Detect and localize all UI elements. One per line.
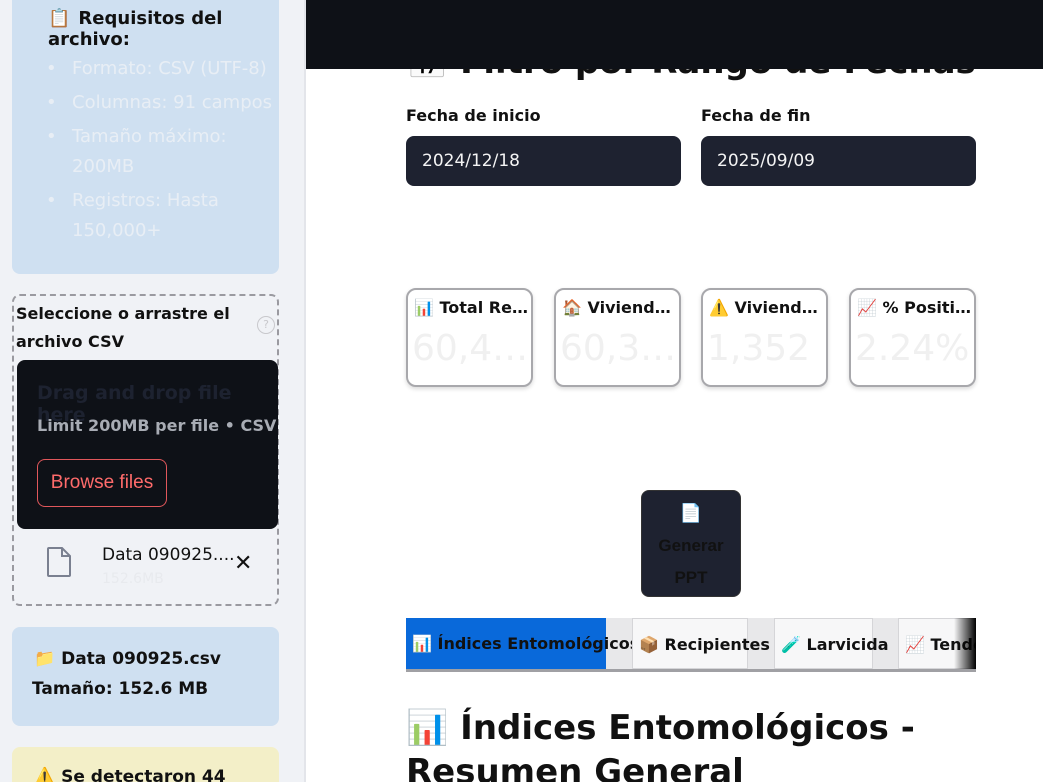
metric-card: 🏠 Viviendas Inspeccionadas 60,3… — [554, 288, 681, 387]
metric-value: 2.24% — [855, 328, 970, 369]
end-date-input[interactable] — [701, 136, 976, 186]
sidebar: 📋Requisitos del archivo: Formato: CSV (U… — [0, 0, 306, 782]
requirements-list: Formato: CSV (UTF-8) Columnas: 91 campos… — [46, 54, 280, 250]
requirement-item: Columnas: 91 campos — [46, 88, 280, 118]
requirement-item: Tamaño máximo: 200MB — [46, 122, 280, 182]
metric-card: ⚠️ Viviendas Positivas 1,352 — [701, 288, 828, 387]
requirement-item: Formato: CSV (UTF-8) — [46, 54, 280, 84]
requirements-title: 📋 Requisitos del archivo: — [48, 8, 223, 50]
close-icon[interactable]: ✕ — [234, 551, 252, 576]
uploaded-file: Data 090925.... 152.6MB ✕ — [14, 541, 277, 597]
metric-value: 1,352 — [707, 328, 811, 369]
top-header-bar — [306, 0, 1043, 69]
tab-bar: 📊 Índices Entomológicos 📦 Recipientes 🧪 … — [406, 618, 976, 672]
metric-label: 📊 Total Registros — [414, 298, 529, 317]
metric-label: ⚠️ Viviendas Positivas — [709, 298, 824, 317]
tab-scroll-fade — [954, 618, 976, 669]
warning-box: ⚠️ Se detectaron 44 — [12, 747, 279, 782]
start-date-input[interactable] — [406, 136, 681, 186]
main-content: 📅 Filtro por Rango de Fechas Fecha de in… — [306, 0, 1043, 782]
clipboard-icon: 📋 — [48, 8, 71, 29]
dropzone-limit: Limit 200MB per file • CSV — [37, 416, 277, 435]
browse-files-button[interactable]: Browse files — [37, 459, 167, 507]
warning-text: ⚠️ Se detectaron 44 — [34, 767, 226, 782]
metric-label: 🏠 Viviendas Inspeccionadas — [562, 298, 677, 317]
dropzone[interactable]: Drag and drop file here Limit 200MB per … — [17, 360, 278, 529]
metric-card: 📊 Total Registros 60,4… — [406, 288, 533, 387]
end-date-label: Fecha de fin — [701, 106, 811, 125]
uploader-label: Seleccione o arrastre el archivo CSV — [16, 304, 230, 351]
tab-indices[interactable]: 📊 Índices Entomológicos — [406, 618, 639, 669]
requirements-box: 📋Requisitos del archivo: Formato: CSV (U… — [12, 0, 279, 274]
document-icon: 📄 — [679, 503, 703, 523]
metric-value: 60,3… — [560, 328, 677, 369]
metric-label: 📈 % Positividad — [857, 298, 972, 317]
file-uploader: Seleccione o arrastre el archivo CSV ? D… — [12, 294, 279, 606]
page-heading: 📊 Índices Entomológicos - Resumen Genera… — [406, 708, 915, 782]
metric-card: 📈 % Positividad 2.24% — [849, 288, 976, 387]
tab-recipientes[interactable]: 📦 Recipientes — [632, 618, 770, 669]
generate-ppt-button[interactable]: 📄 Generar PPT — [641, 490, 741, 597]
file-icon — [47, 547, 71, 577]
metric-value: 60,4… — [412, 328, 529, 369]
file-name: Data 090925.... — [102, 545, 235, 565]
folder-icon: 📁 — [34, 649, 56, 669]
warning-icon: ⚠️ — [34, 767, 56, 782]
file-info-box: 📁 Data 090925.csv Tamaño: 152.6 MB — [12, 627, 279, 726]
file-size: 152.6MB — [102, 571, 164, 587]
file-info-size: Tamaño: 152.6 MB — [32, 679, 209, 699]
file-info-name: 📁 Data 090925.csv — [34, 649, 221, 669]
tab-larvicida[interactable]: 🧪 Larvicida — [774, 618, 889, 669]
start-date-label: Fecha de inicio — [406, 106, 541, 125]
generate-ppt-label: Generar PPT — [658, 536, 724, 587]
requirement-item: Registros: Hasta 150,000+ — [46, 186, 280, 246]
question-icon[interactable]: ? — [257, 316, 275, 334]
